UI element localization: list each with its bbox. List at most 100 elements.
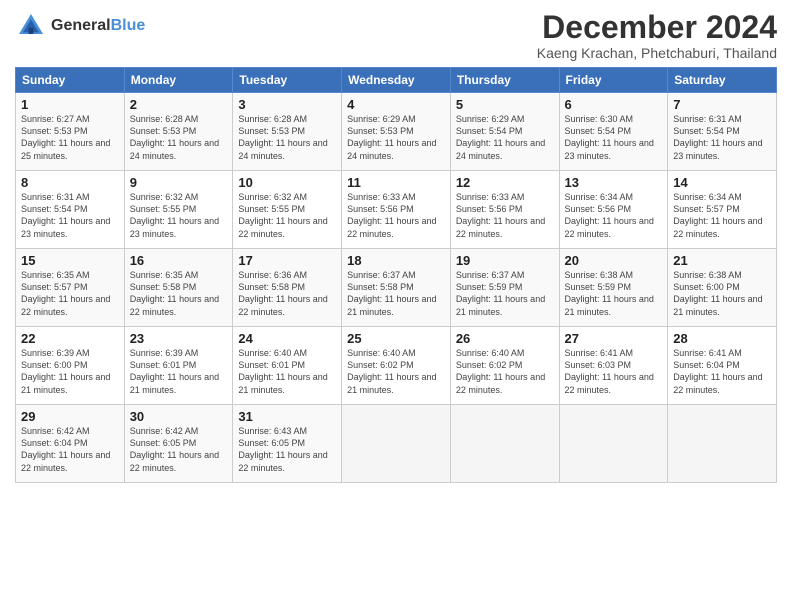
calendar-week-row: 15 Sunrise: 6:35 AM Sunset: 5:57 PM Dayl…	[16, 249, 777, 327]
table-row: 26 Sunrise: 6:40 AM Sunset: 6:02 PM Dayl…	[450, 327, 559, 405]
table-row: 22 Sunrise: 6:39 AM Sunset: 6:00 PM Dayl…	[16, 327, 125, 405]
sunrise-label: Sunrise: 6:39 AM	[21, 348, 90, 358]
sunrise-label: Sunrise: 6:28 AM	[238, 114, 307, 124]
table-row: 3 Sunrise: 6:28 AM Sunset: 5:53 PM Dayli…	[233, 93, 342, 171]
sunset-label: Sunset: 5:54 PM	[565, 126, 632, 136]
sunset-label: Sunset: 5:55 PM	[238, 204, 305, 214]
table-row: 13 Sunrise: 6:34 AM Sunset: 5:56 PM Dayl…	[559, 171, 668, 249]
sunset-label: Sunset: 6:01 PM	[238, 360, 305, 370]
daylight-label: Daylight: 11 hours and 22 minutes.	[456, 372, 545, 394]
sunset-label: Sunset: 5:56 PM	[347, 204, 414, 214]
day-info: Sunrise: 6:40 AM Sunset: 6:01 PM Dayligh…	[238, 347, 336, 396]
day-number: 9	[130, 175, 228, 190]
daylight-label: Daylight: 11 hours and 21 minutes.	[21, 372, 110, 394]
day-info: Sunrise: 6:38 AM Sunset: 6:00 PM Dayligh…	[673, 269, 771, 318]
sunset-label: Sunset: 6:04 PM	[21, 438, 88, 448]
day-info: Sunrise: 6:28 AM Sunset: 5:53 PM Dayligh…	[130, 113, 228, 162]
daylight-label: Daylight: 11 hours and 21 minutes.	[238, 372, 327, 394]
daylight-label: Daylight: 11 hours and 21 minutes.	[456, 294, 545, 316]
sunset-label: Sunset: 5:56 PM	[456, 204, 523, 214]
sunrise-label: Sunrise: 6:32 AM	[238, 192, 307, 202]
table-row: 4 Sunrise: 6:29 AM Sunset: 5:53 PM Dayli…	[342, 93, 451, 171]
logo-icon	[15, 10, 47, 42]
daylight-label: Daylight: 11 hours and 22 minutes.	[21, 294, 110, 316]
day-number: 3	[238, 97, 336, 112]
sunrise-label: Sunrise: 6:37 AM	[347, 270, 416, 280]
col-wednesday: Wednesday	[342, 68, 451, 93]
sunset-label: Sunset: 5:53 PM	[21, 126, 88, 136]
sunrise-label: Sunrise: 6:29 AM	[347, 114, 416, 124]
sunrise-label: Sunrise: 6:31 AM	[673, 114, 742, 124]
table-row: 23 Sunrise: 6:39 AM Sunset: 6:01 PM Dayl…	[124, 327, 233, 405]
day-number: 23	[130, 331, 228, 346]
day-info: Sunrise: 6:30 AM Sunset: 5:54 PM Dayligh…	[565, 113, 663, 162]
day-number: 10	[238, 175, 336, 190]
sunrise-label: Sunrise: 6:30 AM	[565, 114, 634, 124]
sunset-label: Sunset: 5:53 PM	[238, 126, 305, 136]
sunset-label: Sunset: 6:05 PM	[238, 438, 305, 448]
day-number: 17	[238, 253, 336, 268]
day-number: 4	[347, 97, 445, 112]
day-info: Sunrise: 6:33 AM Sunset: 5:56 PM Dayligh…	[456, 191, 554, 240]
table-row: 31 Sunrise: 6:43 AM Sunset: 6:05 PM Dayl…	[233, 405, 342, 483]
day-info: Sunrise: 6:34 AM Sunset: 5:56 PM Dayligh…	[565, 191, 663, 240]
daylight-label: Daylight: 11 hours and 22 minutes.	[238, 294, 327, 316]
day-info: Sunrise: 6:29 AM Sunset: 5:53 PM Dayligh…	[347, 113, 445, 162]
day-info: Sunrise: 6:35 AM Sunset: 5:58 PM Dayligh…	[130, 269, 228, 318]
table-row	[559, 405, 668, 483]
day-number: 18	[347, 253, 445, 268]
col-thursday: Thursday	[450, 68, 559, 93]
day-info: Sunrise: 6:31 AM Sunset: 5:54 PM Dayligh…	[673, 113, 771, 162]
sunrise-label: Sunrise: 6:39 AM	[130, 348, 199, 358]
sunrise-label: Sunrise: 6:35 AM	[130, 270, 199, 280]
logo-general: General	[51, 17, 111, 34]
sunset-label: Sunset: 5:54 PM	[673, 126, 740, 136]
table-row: 5 Sunrise: 6:29 AM Sunset: 5:54 PM Dayli…	[450, 93, 559, 171]
daylight-label: Daylight: 11 hours and 21 minutes.	[565, 294, 654, 316]
sunrise-label: Sunrise: 6:41 AM	[673, 348, 742, 358]
sunrise-label: Sunrise: 6:35 AM	[21, 270, 90, 280]
col-friday: Friday	[559, 68, 668, 93]
daylight-label: Daylight: 11 hours and 21 minutes.	[130, 372, 219, 394]
table-row: 28 Sunrise: 6:41 AM Sunset: 6:04 PM Dayl…	[668, 327, 777, 405]
logo-text: GeneralBlue	[51, 17, 145, 35]
table-row: 19 Sunrise: 6:37 AM Sunset: 5:59 PM Dayl…	[450, 249, 559, 327]
table-row: 29 Sunrise: 6:42 AM Sunset: 6:04 PM Dayl…	[16, 405, 125, 483]
daylight-label: Daylight: 11 hours and 23 minutes.	[565, 138, 654, 160]
day-number: 16	[130, 253, 228, 268]
daylight-label: Daylight: 11 hours and 24 minutes.	[238, 138, 327, 160]
sunset-label: Sunset: 5:59 PM	[565, 282, 632, 292]
table-row: 20 Sunrise: 6:38 AM Sunset: 5:59 PM Dayl…	[559, 249, 668, 327]
day-number: 29	[21, 409, 119, 424]
sunset-label: Sunset: 6:02 PM	[347, 360, 414, 370]
title-block: December 2024 Kaeng Krachan, Phetchaburi…	[537, 10, 777, 61]
sunset-label: Sunset: 6:03 PM	[565, 360, 632, 370]
daylight-label: Daylight: 11 hours and 22 minutes.	[565, 372, 654, 394]
table-row: 21 Sunrise: 6:38 AM Sunset: 6:00 PM Dayl…	[668, 249, 777, 327]
table-row: 25 Sunrise: 6:40 AM Sunset: 6:02 PM Dayl…	[342, 327, 451, 405]
day-info: Sunrise: 6:40 AM Sunset: 6:02 PM Dayligh…	[347, 347, 445, 396]
day-info: Sunrise: 6:39 AM Sunset: 6:00 PM Dayligh…	[21, 347, 119, 396]
day-info: Sunrise: 6:34 AM Sunset: 5:57 PM Dayligh…	[673, 191, 771, 240]
day-number: 5	[456, 97, 554, 112]
sunset-label: Sunset: 5:59 PM	[456, 282, 523, 292]
sunset-label: Sunset: 5:57 PM	[21, 282, 88, 292]
daylight-label: Daylight: 11 hours and 24 minutes.	[347, 138, 436, 160]
table-row: 14 Sunrise: 6:34 AM Sunset: 5:57 PM Dayl…	[668, 171, 777, 249]
day-info: Sunrise: 6:41 AM Sunset: 6:03 PM Dayligh…	[565, 347, 663, 396]
day-info: Sunrise: 6:42 AM Sunset: 6:05 PM Dayligh…	[130, 425, 228, 474]
table-row: 9 Sunrise: 6:32 AM Sunset: 5:55 PM Dayli…	[124, 171, 233, 249]
sunset-label: Sunset: 6:04 PM	[673, 360, 740, 370]
daylight-label: Daylight: 11 hours and 22 minutes.	[456, 216, 545, 238]
sunrise-label: Sunrise: 6:38 AM	[673, 270, 742, 280]
daylight-label: Daylight: 11 hours and 24 minutes.	[130, 138, 219, 160]
col-saturday: Saturday	[668, 68, 777, 93]
calendar-week-row: 22 Sunrise: 6:39 AM Sunset: 6:00 PM Dayl…	[16, 327, 777, 405]
sunset-label: Sunset: 5:58 PM	[347, 282, 414, 292]
table-row	[668, 405, 777, 483]
day-number: 28	[673, 331, 771, 346]
sunset-label: Sunset: 6:00 PM	[673, 282, 740, 292]
day-number: 14	[673, 175, 771, 190]
day-info: Sunrise: 6:38 AM Sunset: 5:59 PM Dayligh…	[565, 269, 663, 318]
sunrise-label: Sunrise: 6:27 AM	[21, 114, 90, 124]
